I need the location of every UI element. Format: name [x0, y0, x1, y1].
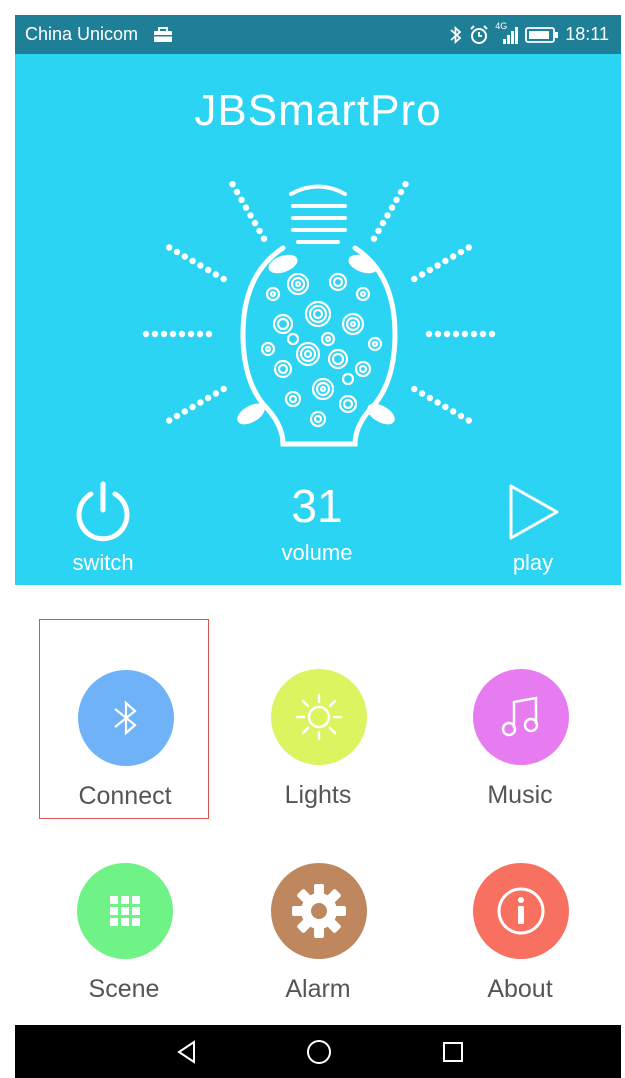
status-bar: China Unicom 4G 18:11 — [15, 15, 621, 54]
about-label: About — [487, 975, 553, 1003]
home-button[interactable] — [303, 1037, 335, 1067]
app-title: JBSmartPro — [194, 86, 442, 135]
sun-icon — [295, 693, 343, 741]
alarm-circle — [271, 863, 367, 959]
network-type: 4G — [495, 20, 508, 31]
briefcase-icon — [153, 27, 173, 48]
alarm-clock-icon — [469, 24, 489, 45]
music-note-icon — [501, 696, 539, 737]
back-triangle-icon — [177, 1040, 195, 1064]
about-circle — [473, 863, 569, 959]
carrier-name: China Unicom — [25, 24, 139, 44]
bluetooth-status-icon — [449, 25, 463, 45]
bluetooth-icon — [114, 700, 137, 736]
clock-time: 18:11 — [565, 24, 609, 44]
gear-icon — [292, 884, 346, 938]
connect-tile[interactable]: Connect — [39, 619, 209, 819]
alarm-tile[interactable]: Alarm — [233, 813, 403, 1013]
recents-button[interactable] — [437, 1037, 469, 1067]
info-icon — [497, 887, 545, 935]
lights-label: Lights — [284, 781, 352, 809]
hero-panel: JBSmartPro switch 31 volume play — [15, 54, 621, 585]
navigation-bar — [15, 1025, 621, 1078]
volume-control[interactable]: 31 volume — [249, 480, 385, 566]
connect-circle — [78, 670, 174, 766]
switch-label: switch — [72, 550, 134, 575]
play-label: play — [512, 550, 554, 575]
play-control[interactable]: play — [491, 480, 575, 576]
music-circle — [473, 669, 569, 765]
music-tile[interactable]: Music — [435, 619, 605, 819]
scene-label: Scene — [88, 975, 160, 1003]
volume-label: volume — [281, 540, 353, 565]
home-circle-icon — [307, 1040, 331, 1064]
power-icon — [76, 481, 130, 542]
lights-tile[interactable]: Lights — [233, 619, 403, 819]
switch-control[interactable]: switch — [59, 480, 147, 576]
light-bulb-illustration — [133, 164, 503, 499]
about-tile[interactable]: About — [435, 813, 605, 1013]
phone-screen: China Unicom 4G 18:11 JBSmartPro switch … — [15, 15, 621, 1078]
alarm-label: Alarm — [285, 975, 351, 1003]
battery-icon — [525, 26, 559, 43]
recents-square-icon — [443, 1042, 463, 1062]
grid-icon — [110, 896, 140, 926]
menu-grid: Connect Lights Music Scene Alarm About — [15, 585, 621, 1025]
volume-value: 31 — [291, 480, 343, 532]
connect-label: Connect — [78, 782, 172, 810]
scene-tile[interactable]: Scene — [39, 813, 209, 1013]
lights-circle — [271, 669, 367, 765]
play-icon — [509, 484, 559, 540]
back-button[interactable] — [171, 1037, 203, 1067]
scene-circle — [77, 863, 173, 959]
music-label: Music — [487, 781, 553, 809]
signal-icon: 4G — [495, 21, 519, 45]
status-icons: 4G 18:11 — [449, 21, 609, 45]
